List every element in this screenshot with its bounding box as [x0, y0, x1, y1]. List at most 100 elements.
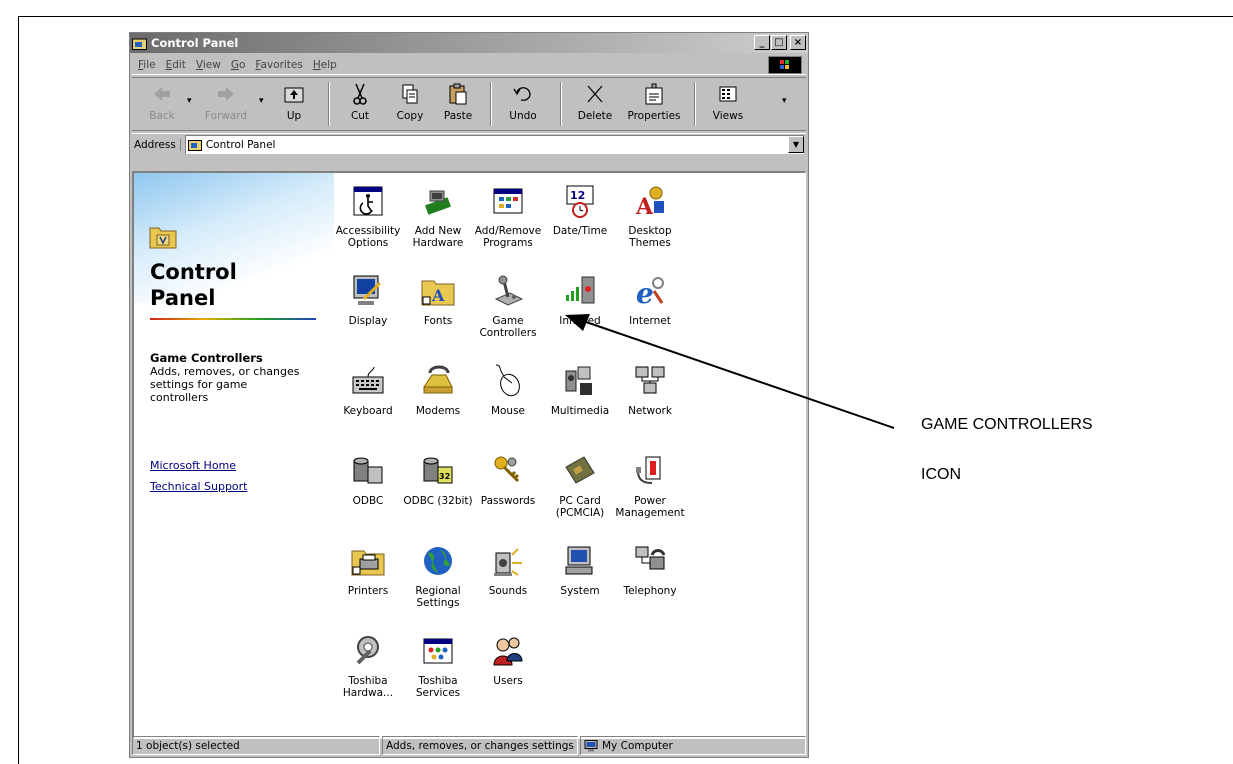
control-panel-item-printers[interactable]: Printers [328, 543, 408, 597]
menu-help[interactable]: Help [313, 59, 337, 71]
technical-support-link[interactable]: Technical Support [150, 480, 248, 493]
views-label: Views [712, 110, 744, 122]
menu-go[interactable]: Go [231, 59, 246, 71]
control-panel-item-multimedia[interactable]: Multimedia [540, 363, 620, 417]
control-panel-item-passwords[interactable]: Passwords [468, 453, 548, 507]
my-computer-icon [584, 739, 598, 751]
paste-label: Paste [443, 110, 473, 122]
control-panel-item-users[interactable]: Users [468, 633, 548, 687]
control-panel-item-display[interactable]: Display [328, 273, 408, 327]
printer-icon [351, 550, 385, 576]
undo-label: Undo [509, 110, 537, 122]
copy-button[interactable]: Copy [388, 78, 432, 130]
menu-view[interactable]: View [196, 59, 221, 71]
control-panel-item-toshiba-services[interactable]: Toshiba Services [398, 633, 478, 699]
accessibility-icon [353, 186, 383, 216]
annotation-line-1: GAME CONTROLLERS [921, 416, 1093, 433]
control-panel-item-game-controllers[interactable]: Game Controllers [468, 273, 548, 339]
paste-button[interactable]: Paste [436, 78, 480, 130]
menu-file[interactable]: File [138, 59, 156, 71]
microsoft-home-link[interactable]: Microsoft Home [150, 459, 236, 472]
control-panel-item-toshiba-hardwa[interactable]: Toshiba Hardwa... [328, 633, 408, 699]
address-bar: Address Control Panel ▼ [132, 133, 806, 155]
status-description: Adds, removes, or changes settings [382, 736, 578, 755]
svg-text:32: 32 [439, 472, 450, 481]
address-dropdown-button[interactable]: ▼ [788, 136, 804, 153]
mouse-icon [495, 364, 520, 397]
control-panel-item-label: Display [348, 315, 388, 327]
control-panel-item-label: Printers [347, 585, 389, 597]
cut-button[interactable]: Cut [338, 78, 382, 130]
control-panel-item-label: Desktop Themes [628, 225, 672, 249]
control-panel-item-label: Accessibility Options [335, 225, 401, 249]
control-panel-item-internet[interactable]: e Internet [610, 273, 690, 327]
views-button[interactable]: Views [702, 78, 754, 130]
toolbar-separator [328, 82, 330, 126]
forward-arrow-icon [218, 87, 234, 101]
wrench-icon [356, 636, 379, 665]
control-panel-item-date-time[interactable]: 12 Date/Time [540, 183, 620, 237]
forward-button[interactable]: Forward [198, 78, 254, 130]
menu-edit[interactable]: Edit [166, 59, 186, 71]
control-panel-item-label: PC Card (PCMCIA) [555, 495, 605, 519]
paste-icon [449, 83, 467, 105]
control-panel-item-odbc-32bit[interactable]: 32 ODBC (32bit) [398, 453, 478, 507]
control-panel-item-add-new-hardware[interactable]: Add New Hardware [398, 183, 478, 249]
control-panel-item-telephony[interactable]: Telephony [610, 543, 690, 597]
minimize-button[interactable]: _ [754, 35, 770, 50]
up-label: Up [286, 110, 302, 122]
control-panel-item-keyboard[interactable]: Keyboard [328, 363, 408, 417]
toolbar: Back ▾ Forward ▾ Up Cut Copy Paste Undo [132, 77, 806, 131]
control-panel-item-sounds[interactable]: Sounds [468, 543, 548, 597]
control-panel-item-label: Add/Remove Programs [474, 225, 542, 249]
properties-button[interactable]: Properties [624, 78, 684, 130]
control-panel-item-label: Toshiba Hardwa... [342, 675, 394, 699]
rainbow-divider [150, 318, 316, 320]
cut-label: Cut [350, 110, 370, 122]
control-panel-item-desktop-themes[interactable]: A Desktop Themes [610, 183, 690, 249]
control-panel-item-label: Game Controllers [479, 315, 537, 339]
control-panel-item-accessibility-options[interactable]: Accessibility Options [328, 183, 408, 249]
control-panel-item-label: Add New Hardware [412, 225, 464, 249]
control-panel-item-fonts[interactable]: A Fonts [398, 273, 478, 327]
back-button[interactable]: Back [140, 78, 184, 130]
address-field[interactable]: Control Panel ▼ [184, 135, 804, 154]
control-panel-item-infrared[interactable]: Infrared [540, 273, 620, 327]
back-dropdown-icon[interactable]: ▾ [187, 96, 192, 106]
windows-logo-icon [768, 56, 802, 74]
address-label: Address [134, 138, 181, 151]
menu-favorites[interactable]: Favorites [255, 59, 302, 71]
network-icon [635, 366, 665, 394]
maximize-button[interactable]: □ [771, 35, 787, 50]
views-icon [719, 86, 737, 102]
control-panel-icon [132, 38, 147, 50]
annotation-line-2: ICON [921, 466, 961, 483]
back-arrow-icon [154, 87, 170, 101]
views-dropdown-icon[interactable]: ▾ [782, 96, 787, 106]
title-bar[interactable]: Control Panel _ □ × [130, 33, 808, 53]
up-button[interactable]: Up [272, 78, 316, 130]
control-panel-item-odbc[interactable]: ODBC [328, 453, 408, 507]
toolbar-separator [560, 82, 562, 126]
control-panel-item-power-management[interactable]: Power Management [610, 453, 690, 519]
forward-dropdown-icon[interactable]: ▾ [259, 96, 264, 106]
control-panel-item-modems[interactable]: Modems [398, 363, 478, 417]
close-button[interactable]: × [790, 35, 806, 50]
control-panel-item-label: Passwords [480, 495, 536, 507]
address-value: Control Panel [205, 139, 276, 151]
infrared-icon [566, 276, 595, 304]
control-panel-item-mouse[interactable]: Mouse [468, 363, 548, 417]
control-panel-item-label: Telephony [623, 585, 677, 597]
delete-button[interactable]: Delete [570, 78, 620, 130]
control-panel-item-add-remove-programs[interactable]: Add/Remove Programs [468, 183, 548, 249]
control-panel-item-network[interactable]: Network [610, 363, 690, 417]
control-panel-folder-icon [149, 227, 177, 249]
control-panel-item-system[interactable]: System [540, 543, 620, 597]
control-panel-item-regional-settings[interactable]: Regional Settings [398, 543, 478, 609]
toolbar-separator [694, 82, 696, 126]
database-icon [353, 457, 383, 484]
undo-button[interactable]: Undo [498, 78, 548, 130]
control-panel-item-label: Network [628, 405, 672, 417]
control-panel-item-pc-card-pcmcia[interactable]: PC Card (PCMCIA) [540, 453, 620, 519]
back-label: Back [149, 110, 175, 122]
